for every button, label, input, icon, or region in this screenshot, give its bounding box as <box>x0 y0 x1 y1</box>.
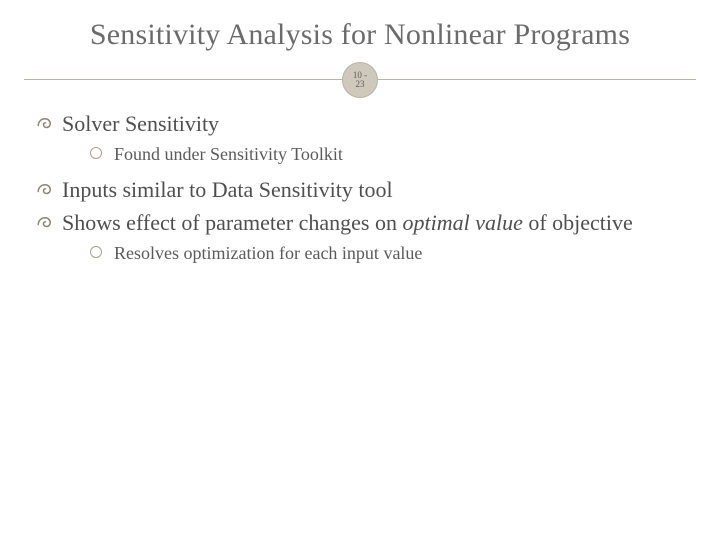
swirl-icon <box>36 115 54 133</box>
text-pre: Shows effect of parameter changes on <box>62 210 402 235</box>
sub-list-item-text: Found under Sensitivity Toolkit <box>114 144 343 164</box>
swirl-icon <box>36 214 54 232</box>
list-item-text: Solver Sensitivity <box>62 111 219 136</box>
swirl-icon <box>36 181 54 199</box>
sub-list-item-text: Resolves optimization for each input val… <box>114 243 422 263</box>
text-post: of objective <box>523 210 633 235</box>
ring-icon <box>90 246 102 258</box>
list-item-text: Shows effect of parameter changes on opt… <box>62 210 633 235</box>
text-emphasis: optimal value <box>402 210 522 235</box>
badge-bottom: 23 <box>356 80 365 89</box>
sub-list: Found under Sensitivity Toolkit <box>62 142 684 166</box>
bullet-list: Solver Sensitivity Found under Sensitivi… <box>36 110 684 265</box>
content-area: Solver Sensitivity Found under Sensitivi… <box>0 98 720 265</box>
slide-title: Sensitivity Analysis for Nonlinear Progr… <box>0 0 720 62</box>
sub-list: Resolves optimization for each input val… <box>62 241 684 265</box>
sub-list-item: Found under Sensitivity Toolkit <box>90 142 684 166</box>
list-item: Inputs similar to Data Sensitivity tool <box>36 176 684 204</box>
title-divider: 10 - 23 <box>24 62 696 98</box>
sub-list-item: Resolves optimization for each input val… <box>90 241 684 265</box>
slide: Sensitivity Analysis for Nonlinear Progr… <box>0 0 720 540</box>
list-item: Solver Sensitivity Found under Sensitivi… <box>36 110 684 166</box>
list-item-text: Inputs similar to Data Sensitivity tool <box>62 177 393 202</box>
ring-icon <box>90 147 102 159</box>
list-item: Shows effect of parameter changes on opt… <box>36 209 684 265</box>
page-badge: 10 - 23 <box>342 62 378 98</box>
